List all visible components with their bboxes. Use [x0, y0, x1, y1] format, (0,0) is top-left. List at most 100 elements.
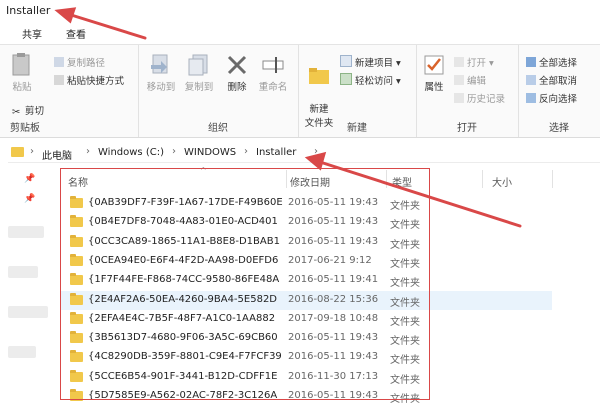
chevron-right-icon: ›: [86, 146, 90, 157]
open-group: 属性 打开 ▾ 编辑 历史记录 打开: [416, 45, 519, 137]
tab-view[interactable]: 查看: [66, 26, 86, 41]
file-date: 2016-05-11 19:43: [288, 390, 379, 401]
open-button[interactable]: 打开 ▾: [454, 55, 494, 69]
scissors-icon: ✂: [12, 107, 21, 118]
column-header-type[interactable]: 类型: [392, 174, 412, 189]
column-divider[interactable]: [552, 170, 553, 188]
folder-icon: [11, 147, 24, 157]
tab-share[interactable]: 共享: [22, 26, 42, 41]
folder-icon: [70, 331, 83, 344]
table-row[interactable]: {0B4E7DF8-7048-4A83-01E0-ACD401 2016-05-1…: [60, 213, 552, 232]
table-row[interactable]: {3B5613D7-4680-9F06-3A5C-69CB60 2016-05-1…: [60, 329, 552, 348]
new-folder-button[interactable]: 新建 文件夹: [302, 53, 336, 129]
organize-group-label: 组织: [208, 123, 228, 134]
file-name: {0B4E7DF8-7048-4A83-01E0-ACD401: [88, 216, 278, 228]
file-name: {0CEA94E0-E6F4-4F2D-AA98-D0EFD6: [88, 254, 279, 266]
nav-item-blurred[interactable]: [8, 266, 38, 278]
column-header-name[interactable]: 名称: [68, 174, 88, 189]
ribbon-tabs: 共享 查看: [0, 24, 600, 42]
folder-icon: [70, 215, 83, 228]
paste-shortcut-button[interactable]: 粘贴快捷方式: [54, 73, 124, 87]
file-date: 2016-08-22 15:36: [288, 293, 379, 305]
table-row[interactable]: {0AB39DF7-F39F-1A67-17DE-F49B60E 2016-05-…: [60, 194, 552, 213]
nav-item-blurred[interactable]: [8, 346, 36, 358]
folder-icon: [70, 273, 83, 286]
new-folder-icon: [309, 68, 329, 84]
file-name: {1F7F44FE-F868-74CC-9580-86FE48A: [88, 274, 280, 286]
column-divider[interactable]: [386, 170, 387, 188]
folder-icon: [70, 369, 83, 382]
file-date: 2016-05-11 19:41: [288, 274, 379, 286]
pin-icon[interactable]: 📌: [24, 194, 35, 204]
new-group-label: 新建: [347, 123, 367, 134]
column-header-date[interactable]: 修改日期: [290, 174, 330, 189]
table-row[interactable]: {5D7585E9-A562-02AC-78F2-3C126A 2016-05-1…: [60, 387, 552, 406]
table-row[interactable]: {2EFA4E4C-7B5F-48F7-A1C0-1AA882 2017-09-1…: [60, 310, 552, 329]
column-divider[interactable]: [482, 170, 483, 188]
select-none-button[interactable]: 全部取消: [526, 73, 577, 87]
cut-button[interactable]: ✂ 剪切: [12, 103, 44, 118]
table-row[interactable]: {2E4AF2A6-50EA-4260-9BA4-5E582D 2016-08-2…: [60, 290, 552, 310]
copy-path-button[interactable]: 复制路径: [54, 55, 105, 69]
table-row[interactable]: {1F7F44FE-F868-74CC-9580-86FE48A 2016-05-…: [60, 271, 552, 290]
title-bar: Installer: [0, 0, 600, 22]
properties-button[interactable]: 属性: [420, 53, 448, 93]
nav-item-blurred[interactable]: [8, 306, 48, 318]
file-date: 2016-05-11 19:43: [288, 216, 379, 228]
new-group: 新建 文件夹 新建项目 ▾ 轻松访问 ▾ 新建: [298, 45, 417, 137]
delete-x-icon: [227, 55, 247, 75]
table-row[interactable]: {4C8290DB-359F-8801-C9E4-F7FCF39 2016-05-…: [60, 348, 552, 367]
breadcrumb-windows[interactable]: WINDOWS: [184, 147, 236, 158]
folder-icon: [70, 196, 83, 208]
file-date: 2016-05-11 19:43: [288, 351, 379, 363]
file-type: 文件夹: [390, 297, 420, 309]
new-item-button[interactable]: 新建项目 ▾: [340, 55, 401, 69]
select-all-icon: [526, 57, 536, 67]
new-item-icon: [340, 55, 352, 67]
address-bar[interactable]: › 此电脑 › Windows (C:) › WINDOWS › Install…: [8, 142, 600, 163]
delete-button[interactable]: 删除: [224, 53, 250, 93]
pin-icon[interactable]: 📌: [24, 174, 35, 184]
window-title: Installer: [6, 4, 51, 17]
open-icon: [454, 57, 464, 67]
paste-button[interactable]: 粘贴: [8, 51, 36, 93]
file-date: 2016-05-11 19:43: [288, 332, 379, 344]
file-type: 文件夹: [390, 201, 420, 212]
chevron-right-icon: ›: [244, 146, 248, 157]
select-none-icon: [526, 75, 536, 85]
table-row[interactable]: {0CEA94E0-E6F4-4F2D-AA98-D0EFD6 2017-06-2…: [60, 252, 552, 271]
edit-button[interactable]: 编辑: [454, 73, 486, 87]
rename-button[interactable]: 重命名: [256, 53, 290, 93]
file-type: 文件夹: [390, 394, 420, 405]
column-header-size[interactable]: 大小: [492, 174, 512, 189]
breadcrumb-installer[interactable]: Installer: [256, 147, 296, 158]
ribbon: 粘贴 ✂ 剪切 复制路径 粘贴快捷方式 剪贴板 移动到 复制到 删除 重命名 组…: [0, 44, 600, 138]
table-row[interactable]: {5CCE6B54-901F-3441-B12D-CDFF1E 2016-11-3…: [60, 368, 552, 387]
file-type: 文件夹: [390, 220, 420, 232]
breadcrumb-this-pc[interactable]: 此电脑: [42, 147, 72, 162]
move-to-icon: [151, 54, 168, 74]
invert-selection-button[interactable]: 反向选择: [526, 91, 577, 105]
file-type: 文件夹: [390, 278, 420, 290]
copy-to-button[interactable]: 复制到: [182, 53, 216, 93]
select-all-button[interactable]: 全部选择: [526, 55, 577, 69]
nav-item-blurred[interactable]: [8, 226, 44, 238]
file-date: 2016-05-11 19:43: [288, 197, 379, 208]
navigation-pane[interactable]: 📌 📌: [0, 166, 60, 400]
column-divider[interactable]: [286, 170, 287, 188]
history-button[interactable]: 历史记录: [454, 91, 505, 105]
file-type: 文件夹: [390, 258, 420, 270]
file-date: 2017-09-18 10:48: [288, 312, 379, 324]
file-name: {0CC3CA89-1865-11A1-B8E8-D1BAB1: [88, 235, 280, 247]
file-type: 文件夹: [390, 374, 420, 386]
file-date: 2017-06-21 9:12: [288, 254, 372, 266]
easy-access-button[interactable]: 轻松访问 ▾: [340, 73, 401, 87]
file-type: 文件夹: [390, 316, 420, 328]
sort-caret-icon: ^: [200, 166, 207, 175]
file-name: {4C8290DB-359F-8801-C9E4-F7FCF39: [88, 351, 282, 363]
table-row[interactable]: {0CC3CA89-1865-11A1-B8E8-D1BAB1 2016-05-1…: [60, 233, 552, 252]
chevron-right-icon: ›: [30, 146, 34, 157]
move-to-button[interactable]: 移动到: [144, 53, 178, 93]
copy-path-icon: [54, 57, 64, 67]
breadcrumb-drive-c[interactable]: Windows (C:): [98, 147, 164, 158]
